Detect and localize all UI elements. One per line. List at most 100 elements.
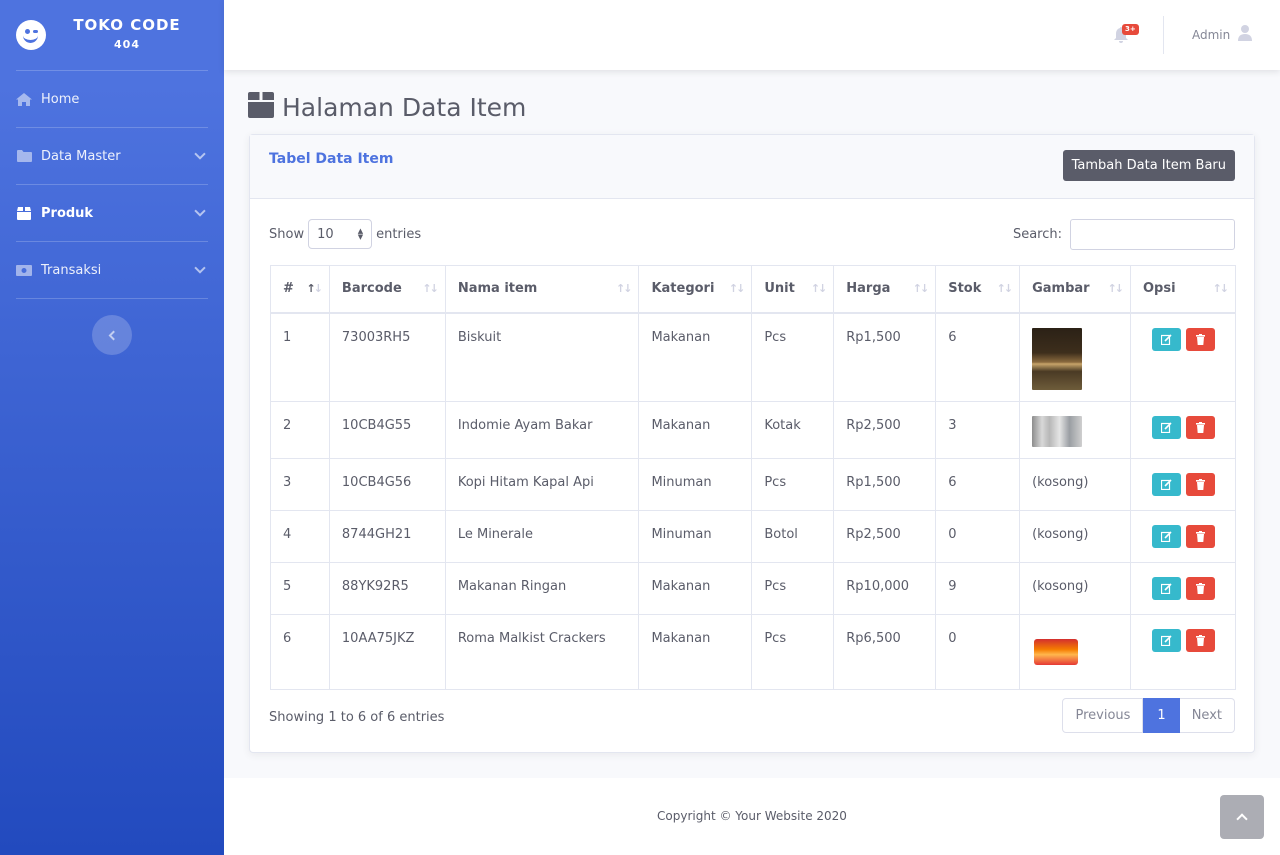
cell-gambar: (kosong) <box>1019 458 1131 511</box>
edit-button[interactable] <box>1151 629 1181 652</box>
sidebar-divider <box>16 298 208 299</box>
footer: Copyright © Your Website 2020 <box>224 778 1280 855</box>
user-icon <box>1238 25 1253 45</box>
notification-badge: 3+ <box>1122 24 1139 35</box>
brand-name: TOKO CODE <box>73 16 181 34</box>
cell-barcode: 8744GH21 <box>328 510 446 563</box>
cell-harga: Rp1,500 <box>833 458 937 511</box>
sidebar-item-label: Transaksi <box>41 262 102 278</box>
edit-button[interactable] <box>1151 327 1181 351</box>
delete-button[interactable] <box>1185 525 1215 548</box>
entries-value: 10 <box>317 226 334 242</box>
chevron-left-icon <box>108 330 119 340</box>
search-input[interactable] <box>1070 219 1235 250</box>
user-menu[interactable]: Admin <box>1192 25 1253 45</box>
column-header-no[interactable]: # ↑↓ <box>270 265 330 314</box>
cell-barcode: 10CB4G56 <box>328 458 446 511</box>
cell-opsi <box>1130 458 1236 511</box>
column-header-barcode[interactable]: Barcode ↑↓ <box>328 265 446 314</box>
sidebar-item-transaksi[interactable]: Transaksi <box>0 242 224 298</box>
table-row: 1 73003RH5 Biskuit Makanan Pcs Rp1,500 6 <box>270 312 1236 402</box>
delete-button[interactable] <box>1185 327 1215 351</box>
scroll-to-top-button[interactable] <box>1220 795 1264 839</box>
column-header-kategori[interactable]: Kategori ↑↓ <box>638 265 753 314</box>
cell-gambar <box>1019 312 1131 402</box>
cell-unit: Pcs <box>751 312 835 402</box>
sidebar-item-data-master[interactable]: Data Master <box>0 128 224 184</box>
edit-icon <box>1160 479 1172 490</box>
cell-unit: Kotak <box>751 401 835 459</box>
add-item-button[interactable]: Tambah Data Item Baru <box>1062 150 1235 181</box>
sidebar: TOKO CODE 404 Home Data Master Produk Tr… <box>0 0 224 855</box>
cell-stok: 6 <box>935 312 1021 402</box>
page-heading: Halaman Data Item <box>248 92 526 122</box>
page-button-1[interactable]: 1 <box>1143 698 1180 733</box>
trash-icon <box>1195 583 1205 594</box>
item-image <box>1034 639 1079 665</box>
cell-no: 3 <box>270 458 330 511</box>
cell-opsi <box>1130 562 1236 615</box>
cell-barcode: 88YK92R5 <box>328 562 446 615</box>
cell-harga: Rp2,500 <box>833 401 937 459</box>
edit-button[interactable] <box>1151 525 1181 548</box>
sidebar-item-produk[interactable]: Produk <box>0 185 224 241</box>
previous-page-button[interactable]: Previous <box>1062 698 1144 733</box>
delete-button[interactable] <box>1185 416 1215 439</box>
page-title: Halaman Data Item <box>282 92 527 122</box>
chevron-down-icon <box>194 148 206 160</box>
column-header-stok[interactable]: Stok ↑↓ <box>935 265 1021 314</box>
edit-button[interactable] <box>1151 577 1181 600</box>
cell-no: 1 <box>270 312 330 402</box>
sort-icon: ↑↓ <box>616 282 633 295</box>
column-header-harga[interactable]: Harga ↑↓ <box>833 265 937 314</box>
sidebar-item-label: Data Master <box>41 148 121 164</box>
copyright-text: Copyright © Your Website 2020 <box>657 809 847 823</box>
next-page-button[interactable]: Next <box>1179 698 1235 733</box>
column-header-nama[interactable]: Nama item ↑↓ <box>444 265 640 314</box>
sort-icon: ↑↓ <box>1107 282 1125 295</box>
column-header-gambar[interactable]: Gambar ↑↓ <box>1019 265 1131 314</box>
sidebar-toggle-button[interactable] <box>92 315 132 355</box>
cell-unit: Pcs <box>751 614 835 690</box>
sidebar-item-home[interactable]: Home <box>0 71 224 127</box>
edit-button[interactable] <box>1151 416 1181 439</box>
delete-button[interactable] <box>1185 629 1215 652</box>
sort-icon: ↑↓ <box>422 282 439 295</box>
table-row: 4 8744GH21 Le Minerale Minuman Botol Rp2… <box>270 510 1236 563</box>
cell-nama: Indomie Ayam Bakar <box>444 401 640 459</box>
trash-icon <box>1195 333 1205 345</box>
cell-gambar <box>1019 401 1131 459</box>
cell-stok: 0 <box>935 510 1021 563</box>
cell-harga: Rp6,500 <box>833 614 937 690</box>
sidebar-item-label: Home <box>41 91 80 107</box>
edit-icon <box>1160 531 1172 542</box>
cell-kategori: Makanan <box>638 401 753 459</box>
box-icon <box>16 206 32 220</box>
cell-opsi <box>1130 312 1236 402</box>
delete-button[interactable] <box>1185 577 1215 600</box>
brand[interactable]: TOKO CODE 404 <box>0 0 224 70</box>
sort-icon: ↑↓ <box>912 282 930 295</box>
column-header-opsi[interactable]: Opsi ↑↓ <box>1130 265 1236 314</box>
cell-no: 4 <box>270 510 330 563</box>
cell-barcode: 73003RH5 <box>328 312 446 402</box>
cell-stok: 0 <box>935 614 1021 690</box>
box-icon <box>248 92 274 122</box>
item-image <box>1032 416 1083 447</box>
column-header-unit[interactable]: Unit ↑↓ <box>751 265 835 314</box>
delete-button[interactable] <box>1185 473 1215 496</box>
sort-icon: ↑↓ <box>810 282 828 295</box>
sort-icon: ↑↓ <box>1212 282 1230 295</box>
cell-kategori: Makanan <box>638 614 753 690</box>
trash-icon <box>1195 531 1205 542</box>
home-icon <box>16 92 32 106</box>
cell-stok: 6 <box>935 458 1021 511</box>
data-card: Tabel Data Item Tambah Data Item Baru Sh… <box>249 134 1255 753</box>
cell-harga: Rp10,000 <box>833 562 937 615</box>
entries-select[interactable]: 10 ▲ ▼ <box>308 219 373 249</box>
table-row: 5 88YK92R5 Makanan Ringan Makanan Pcs Rp… <box>270 562 1236 615</box>
data-table: # ↑↓ Barcode ↑↓ Nama item ↑↓ Kategori ↑↓ Uni… <box>270 265 1236 690</box>
laugh-wink-icon <box>16 20 46 50</box>
edit-button[interactable] <box>1151 473 1181 496</box>
chevron-down-icon <box>194 205 206 217</box>
